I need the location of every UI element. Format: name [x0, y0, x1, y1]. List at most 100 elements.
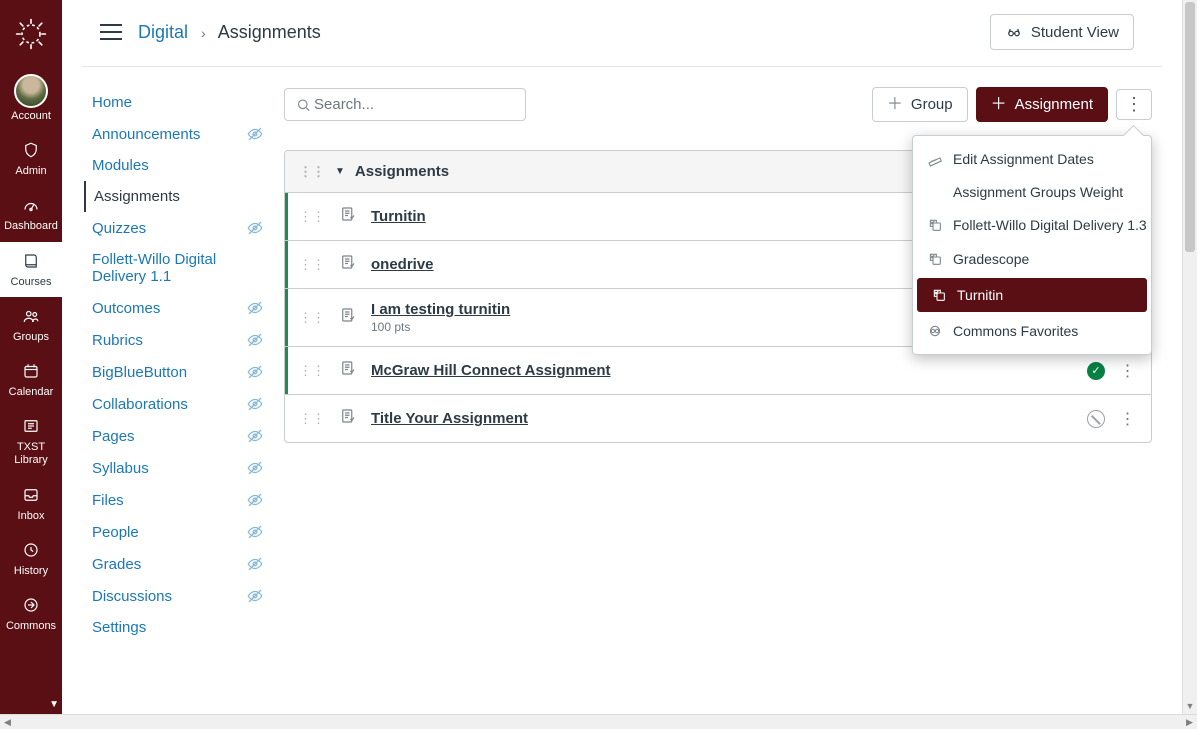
type-icon: [339, 205, 357, 228]
assignment-title[interactable]: onedrive: [371, 256, 434, 273]
scroll-down-icon[interactable]: ▼: [1183, 699, 1197, 714]
row-options-button[interactable]: ⋮: [1119, 361, 1137, 381]
unpublished-icon[interactable]: [1087, 410, 1105, 428]
assignment-title[interactable]: McGraw Hill Connect Assignment: [371, 362, 610, 379]
nav-label: TXST Library: [0, 441, 62, 467]
collapse-icon[interactable]: ▼: [335, 166, 345, 177]
library-icon: [18, 413, 44, 439]
nav-library[interactable]: TXST Library: [0, 407, 62, 475]
search-field[interactable]: [284, 88, 526, 121]
main: ＋ Group ＋ Assignment ⋮ Edit Assignment D…: [284, 87, 1152, 643]
assignment-row[interactable]: ⋮⋮ Title Your Assignment ⋮: [285, 395, 1151, 442]
nav-history[interactable]: History: [0, 531, 62, 586]
horizontal-scrollbar[interactable]: ◀▶: [0, 714, 1197, 729]
coursenav-label: Files: [92, 492, 124, 509]
scroll-right-icon[interactable]: ▶: [1182, 715, 1197, 729]
link-icon: [927, 322, 943, 340]
nav-label: Calendar: [9, 386, 54, 399]
nav-account[interactable]: Account: [0, 64, 62, 131]
breadcrumb-course-link[interactable]: Digital: [138, 22, 188, 42]
toolbar: ＋ Group ＋ Assignment ⋮ Edit Assignment D…: [284, 87, 1152, 122]
published-icon[interactable]: ✓: [1087, 362, 1105, 380]
coursenav-item[interactable]: Announcements: [84, 118, 264, 150]
vertical-scrollbar[interactable]: ▲▼: [1182, 0, 1197, 714]
coursenav-item[interactable]: Settings: [84, 612, 264, 643]
drag-handle-icon[interactable]: ⋮⋮: [299, 311, 325, 324]
menu-item[interactable]: Follett-Willo Digital Delivery 1.3: [913, 208, 1151, 242]
hidden-icon: [246, 523, 264, 541]
coursenav-item[interactable]: Follett-Willo Digital Delivery 1.1: [84, 244, 264, 292]
coursenav-label: Announcements: [92, 126, 200, 143]
coursenav-item[interactable]: Discussions: [84, 580, 264, 612]
drag-handle-icon[interactable]: ⋮⋮: [299, 364, 325, 377]
coursenav-item[interactable]: BigBlueButton: [84, 356, 264, 388]
menu-item[interactable]: Gradescope: [913, 242, 1151, 276]
coursenav-item[interactable]: Outcomes: [84, 292, 264, 324]
add-assignment-button[interactable]: ＋ Assignment: [976, 87, 1108, 122]
ruler-icon: [927, 150, 943, 168]
menu-item[interactable]: Edit Assignment Dates: [913, 142, 1151, 176]
menu-item-label: Gradescope: [953, 251, 1029, 267]
menu-item[interactable]: Turnitin: [917, 278, 1147, 312]
coursenav-label: Grades: [92, 556, 141, 573]
coursenav-item[interactable]: Pages: [84, 420, 264, 452]
global-nav: Account Admin Dashboard Courses Groups C…: [0, 0, 62, 714]
coursenav-label: Collaborations: [92, 396, 188, 413]
coursenav-item[interactable]: Modules: [84, 150, 264, 181]
student-view-button[interactable]: Student View: [990, 14, 1134, 50]
more-options-button[interactable]: ⋮: [1116, 89, 1152, 120]
coursenav-label: Pages: [92, 428, 135, 445]
hidden-icon: [246, 219, 264, 237]
menu-item[interactable]: Commons Favorites: [913, 314, 1151, 348]
nav-admin[interactable]: Admin: [0, 131, 62, 186]
clock-icon: [18, 537, 44, 563]
menu-toggle-icon[interactable]: [100, 21, 122, 43]
coursenav-item[interactable]: Home: [84, 87, 264, 118]
nav-courses[interactable]: Courses: [0, 242, 62, 297]
drag-handle-icon[interactable]: ⋮⋮: [299, 210, 325, 223]
add-group-button[interactable]: ＋ Group: [872, 87, 968, 122]
hidden-icon: [246, 331, 264, 349]
assignment-title[interactable]: Turnitin: [371, 208, 426, 225]
drag-handle-icon[interactable]: ⋮⋮: [299, 412, 325, 425]
menu-item[interactable]: Assignment Groups Weight: [913, 176, 1151, 208]
nav-commons[interactable]: Commons: [0, 586, 62, 641]
row-options-button[interactable]: ⋮: [1119, 409, 1137, 429]
nav-label: Commons: [6, 620, 56, 633]
kebab-icon: ⋮: [1125, 100, 1143, 109]
nav-dashboard[interactable]: Dashboard: [0, 186, 62, 241]
scroll-left-icon[interactable]: ◀: [0, 715, 15, 729]
coursenav-item[interactable]: Grades: [84, 548, 264, 580]
coursenav-item[interactable]: Collaborations: [84, 388, 264, 420]
coursenav-label: Quizzes: [92, 220, 146, 237]
drag-handle-icon[interactable]: ⋮⋮: [299, 258, 325, 271]
hidden-icon: [246, 587, 264, 605]
type-icon: [339, 253, 357, 276]
hidden-icon: [246, 363, 264, 381]
coursenav-item[interactable]: Syllabus: [84, 452, 264, 484]
assignment-title[interactable]: Title Your Assignment: [371, 410, 528, 427]
assignment-icon: [339, 205, 357, 223]
coursenav-item[interactable]: Rubrics: [84, 324, 264, 356]
menu-item-label: Turnitin: [957, 287, 1003, 303]
coursenav-item[interactable]: People: [84, 516, 264, 548]
breadcrumb: Digital › Assignments: [138, 22, 321, 43]
nav-groups[interactable]: Groups: [0, 297, 62, 352]
drag-handle-icon[interactable]: ⋮⋮: [299, 165, 325, 178]
coursenav-item[interactable]: Assignments: [84, 181, 264, 212]
hidden-icon: [246, 459, 264, 477]
coursenav-label: Rubrics: [92, 332, 143, 349]
nav-inbox[interactable]: Inbox: [0, 476, 62, 531]
brand-logo[interactable]: [13, 16, 49, 52]
search-input[interactable]: [312, 95, 515, 114]
chevron-down-icon[interactable]: ▼: [49, 699, 59, 710]
search-icon: [295, 96, 312, 114]
coursenav-item[interactable]: Quizzes: [84, 212, 264, 244]
assignment-title[interactable]: I am testing turnitin: [371, 301, 510, 318]
menu-item-label: Edit Assignment Dates: [953, 151, 1094, 167]
assignment-meta: 100 pts: [371, 320, 510, 334]
nav-calendar[interactable]: Calendar: [0, 352, 62, 407]
scroll-thumb[interactable]: [1185, 2, 1195, 252]
coursenav-item[interactable]: Files: [84, 484, 264, 516]
export-icon: [931, 286, 947, 304]
